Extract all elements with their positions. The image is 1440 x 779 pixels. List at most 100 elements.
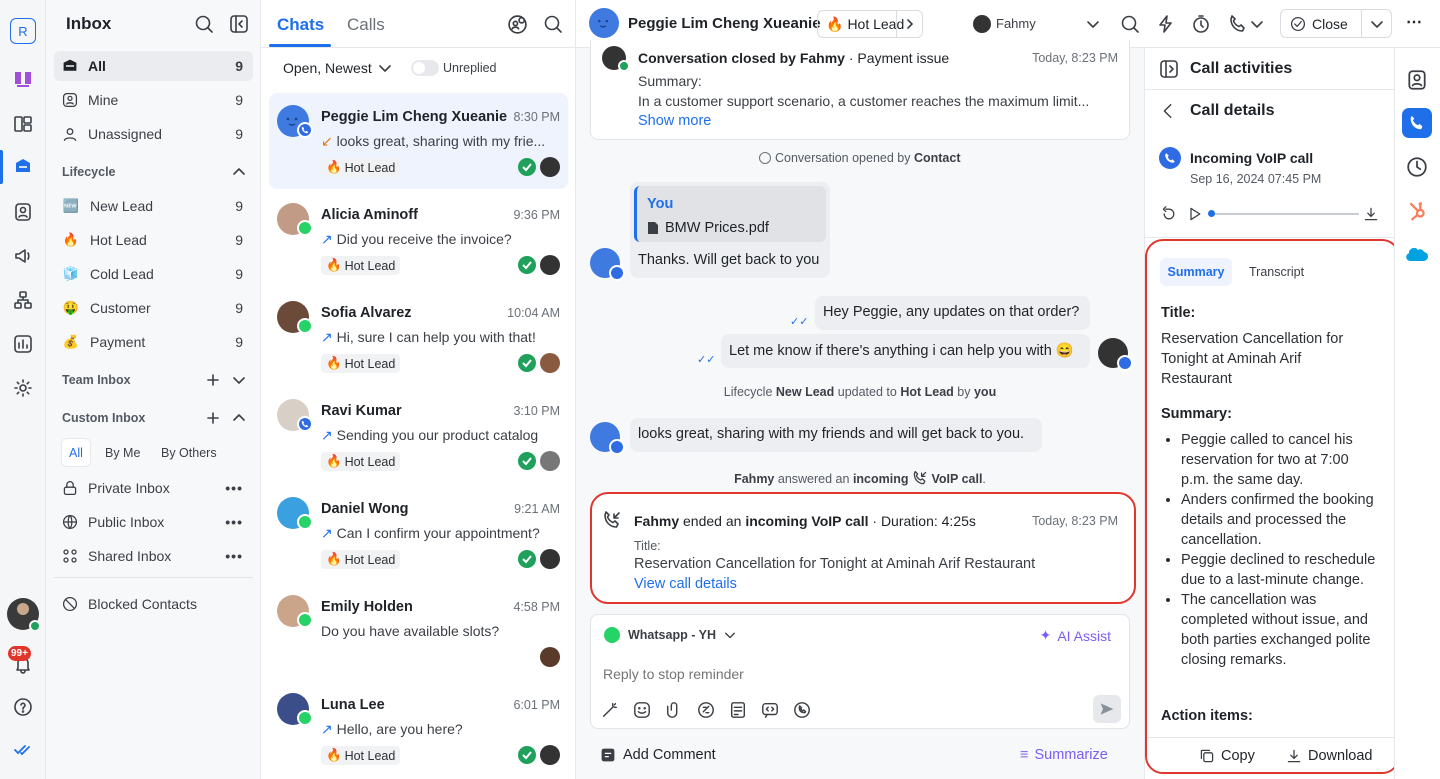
contact-details-icon[interactable] xyxy=(1402,65,1432,95)
chat-list-item[interactable]: Emily Holden 4:58 PM Do you have availab… xyxy=(269,583,568,679)
send-button[interactable] xyxy=(1093,695,1121,723)
lifecycle-item-customer[interactable]: 🤑 Customer 9 xyxy=(54,293,253,323)
copy-button[interactable]: Copy xyxy=(1199,748,1255,764)
filter-all-button[interactable]: All xyxy=(62,439,90,466)
close-conversation-button[interactable]: Close xyxy=(1280,9,1392,38)
template-icon[interactable] xyxy=(729,701,747,719)
contact-avatar[interactable] xyxy=(589,8,619,38)
history-icon[interactable] xyxy=(1402,152,1432,182)
knowledge-icon[interactable] xyxy=(11,66,35,90)
emoji-icon[interactable] xyxy=(633,701,651,719)
filter-by-me-button[interactable]: By Me xyxy=(105,446,140,460)
workflows-icon[interactable] xyxy=(11,288,35,312)
lifecycle-item-payment[interactable]: 💰 Payment 9 xyxy=(54,327,253,357)
plus-icon[interactable] xyxy=(206,411,220,425)
tab-transcript[interactable]: Transcript xyxy=(1249,265,1304,279)
help-icon[interactable] xyxy=(11,695,35,719)
chat-list-item[interactable]: Alicia Aminoff 9:36 PM ↗ Did you receive… xyxy=(269,191,568,287)
chat-name: Luna Lee xyxy=(321,697,385,713)
filter-by-others-button[interactable]: By Others xyxy=(161,446,217,460)
chat-list-item[interactable]: Daniel Wong 9:21 AM ↗ Can I confirm your… xyxy=(269,485,568,581)
quoted-message[interactable]: You BMW Prices.pdf xyxy=(634,186,826,242)
lightning-icon[interactable] xyxy=(1156,14,1176,34)
layout-icon[interactable] xyxy=(11,112,35,136)
snippet-icon[interactable] xyxy=(697,701,715,719)
chevron-up-icon[interactable] xyxy=(232,165,246,179)
audio-progress-handle[interactable] xyxy=(1208,210,1215,217)
show-more-link[interactable]: Show more xyxy=(638,113,711,129)
lifecycle-item-cold-lead[interactable]: 🧊 Cold Lead 9 xyxy=(54,259,253,289)
custom-item-shared-inbox[interactable]: Shared Inbox ••• xyxy=(54,541,253,571)
lifecycle-item-hot-lead[interactable]: 🔥 Hot Lead 9 xyxy=(54,225,253,255)
team-settings-icon[interactable] xyxy=(507,14,528,35)
calls-app-icon[interactable] xyxy=(1402,108,1432,138)
collapse-panel-icon[interactable] xyxy=(1159,59,1179,79)
user-avatar[interactable] xyxy=(7,598,41,632)
chat-list-item[interactable]: Ravi Kumar 3:10 PM ↗ Sending you our pro… xyxy=(269,387,568,483)
unreplied-toggle[interactable] xyxy=(411,60,439,76)
chat-list-item[interactable]: Peggie Lim Cheng Xueanie 8:30 PM ↙ looks… xyxy=(269,93,568,189)
plus-icon[interactable] xyxy=(206,373,220,387)
download-button[interactable]: Download xyxy=(1286,748,1373,764)
back-arrow-icon[interactable] xyxy=(1159,102,1177,120)
tab-summary[interactable]: Summary xyxy=(1160,258,1232,286)
chat-list-item[interactable]: Sofia Alvarez 10:04 AM ↗ Hi, sure I can … xyxy=(269,289,568,385)
status-badge: 🔥 Hot Lead xyxy=(321,550,401,569)
team-inbox-section-header[interactable]: Team Inbox xyxy=(62,373,246,387)
chevron-down-icon[interactable] xyxy=(1361,10,1391,37)
more-options-icon[interactable]: ••• xyxy=(225,480,243,496)
magic-wand-icon[interactable] xyxy=(601,701,619,719)
salesforce-icon[interactable] xyxy=(1402,240,1432,270)
blocked-contacts-item[interactable]: Blocked Contacts xyxy=(54,589,253,619)
inbox-item-unassigned[interactable]: Unassigned 9 xyxy=(54,119,253,149)
replay-icon[interactable] xyxy=(1161,206,1177,222)
audio-progress-track[interactable] xyxy=(1209,213,1359,215)
chevron-down-icon[interactable] xyxy=(1086,17,1100,31)
custom-item-public-inbox[interactable]: Public Inbox ••• xyxy=(54,507,253,537)
search-icon[interactable] xyxy=(543,14,563,34)
inbox-nav-icon[interactable] xyxy=(11,155,35,179)
ai-assist-button[interactable]: ✦ AI Assist xyxy=(1040,627,1111,644)
lifecycle-section-header[interactable]: Lifecycle xyxy=(62,165,246,179)
more-options-icon[interactable]: ••• xyxy=(225,514,243,530)
more-options-icon[interactable]: ••• xyxy=(225,548,243,564)
call-dropdown[interactable] xyxy=(1228,14,1264,34)
broadcast-icon[interactable] xyxy=(11,244,35,268)
contact-name[interactable]: Peggie Lim Cheng Xueanie xyxy=(628,15,821,32)
more-options-icon[interactable]: ⋯ xyxy=(1406,12,1423,32)
channel-selector[interactable]: Whatsapp - YH xyxy=(604,627,736,643)
lifecycle-dropdown[interactable]: 🔥 Hot Lead xyxy=(817,10,923,38)
collapse-panel-icon[interactable] xyxy=(229,14,249,34)
download-icon[interactable] xyxy=(1363,206,1379,222)
tab-chats[interactable]: Chats xyxy=(277,15,324,35)
timer-icon[interactable] xyxy=(1191,14,1211,34)
call-card-title: Fahmy ended an incoming VoIP call · Dura… xyxy=(634,513,976,529)
assignee-name[interactable]: Fahmy xyxy=(996,16,1036,31)
chevron-right-icon[interactable] xyxy=(896,11,922,37)
reply-input[interactable] xyxy=(603,663,1103,685)
custom-item-private-inbox[interactable]: Private Inbox ••• xyxy=(54,473,253,503)
settings-icon[interactable] xyxy=(11,376,35,400)
custom-inbox-section-header[interactable]: Custom Inbox xyxy=(62,411,246,425)
view-call-details-link[interactable]: View call details xyxy=(634,576,737,592)
add-comment-button[interactable]: Add Comment xyxy=(600,747,716,763)
chevron-down-icon[interactable] xyxy=(232,373,246,387)
reports-icon[interactable] xyxy=(11,332,35,356)
search-icon[interactable] xyxy=(194,14,214,34)
tab-calls[interactable]: Calls xyxy=(347,15,385,35)
contacts-icon[interactable] xyxy=(11,200,35,224)
whatsapp-template-icon[interactable] xyxy=(793,701,811,719)
workspace-switcher[interactable]: R xyxy=(10,18,36,44)
chat-list-item[interactable]: Luna Lee 6:01 PM ↗ Hello, are you here? … xyxy=(269,681,568,777)
chevron-up-icon[interactable] xyxy=(232,411,246,425)
summarize-button[interactable]: ≡ Summarize xyxy=(1020,747,1108,763)
sort-dropdown[interactable]: Open, Newest xyxy=(283,60,392,76)
attachment-icon[interactable] xyxy=(665,701,683,719)
inbox-item-all[interactable]: All 9 xyxy=(54,51,253,81)
inbox-item-mine[interactable]: Mine 9 xyxy=(54,85,253,115)
code-icon[interactable] xyxy=(761,701,779,719)
play-icon[interactable] xyxy=(1187,206,1203,222)
lifecycle-item-new-lead[interactable]: 🆕 New Lead 9 xyxy=(54,191,253,221)
search-icon[interactable] xyxy=(1120,14,1140,34)
hubspot-icon[interactable] xyxy=(1402,196,1432,226)
